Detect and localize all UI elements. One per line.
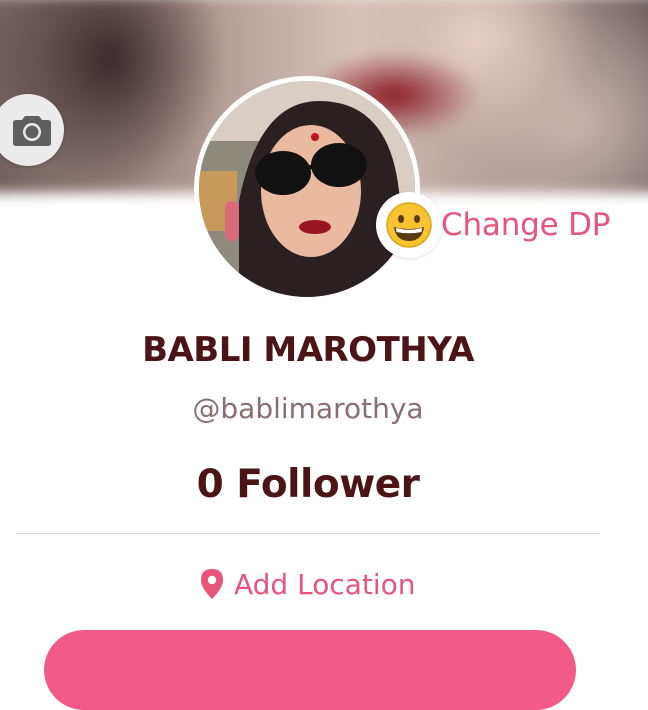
add-location-label: Add Location [234, 567, 416, 601]
divider [16, 533, 600, 534]
avatar[interactable] [199, 81, 415, 297]
grinning-face-emoji-icon [376, 192, 442, 258]
camera-icon [13, 116, 51, 146]
avatar-frame [194, 76, 420, 302]
map-pin-icon [201, 569, 223, 599]
profile-name: BABLI MAROTHYA [142, 330, 474, 370]
add-location-button[interactable]: Add Location [200, 564, 416, 604]
avatar-photo [199, 81, 415, 297]
change-dp-button[interactable]: Change DP [376, 190, 611, 260]
follower-count[interactable]: 0 Follower [0, 462, 616, 507]
change-dp-label: Change DP [441, 207, 611, 243]
profile-username: @bablimarothya [192, 392, 424, 425]
action-button[interactable] [44, 630, 576, 710]
